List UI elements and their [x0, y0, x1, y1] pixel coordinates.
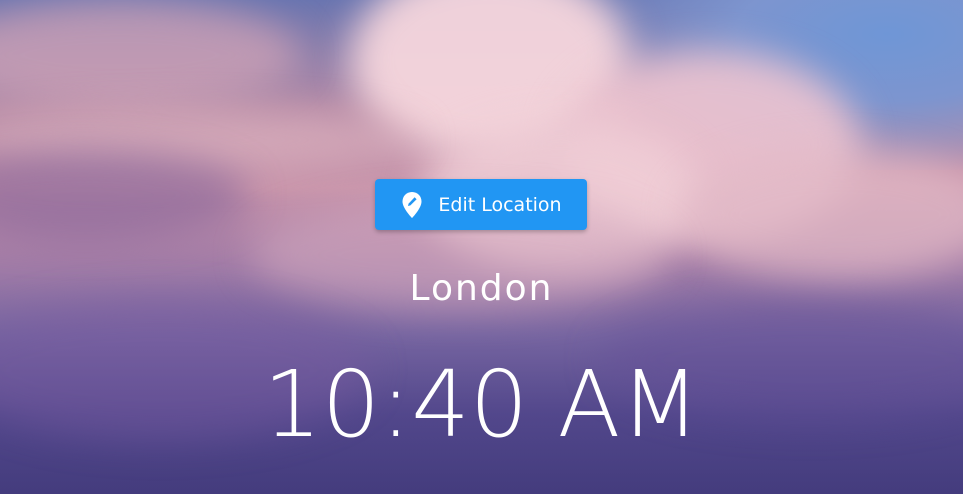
current-time: 10:40 AM: [263, 351, 700, 458]
world-time-screen: Edit Location London 10:40 AM: [0, 0, 963, 494]
edit-location-button[interactable]: Edit Location: [375, 179, 587, 230]
location-edit-icon: [400, 191, 424, 219]
main-content: Edit Location London 10:40 AM: [0, 0, 963, 494]
location-name: London: [409, 268, 554, 309]
edit-location-label: Edit Location: [438, 193, 562, 216]
